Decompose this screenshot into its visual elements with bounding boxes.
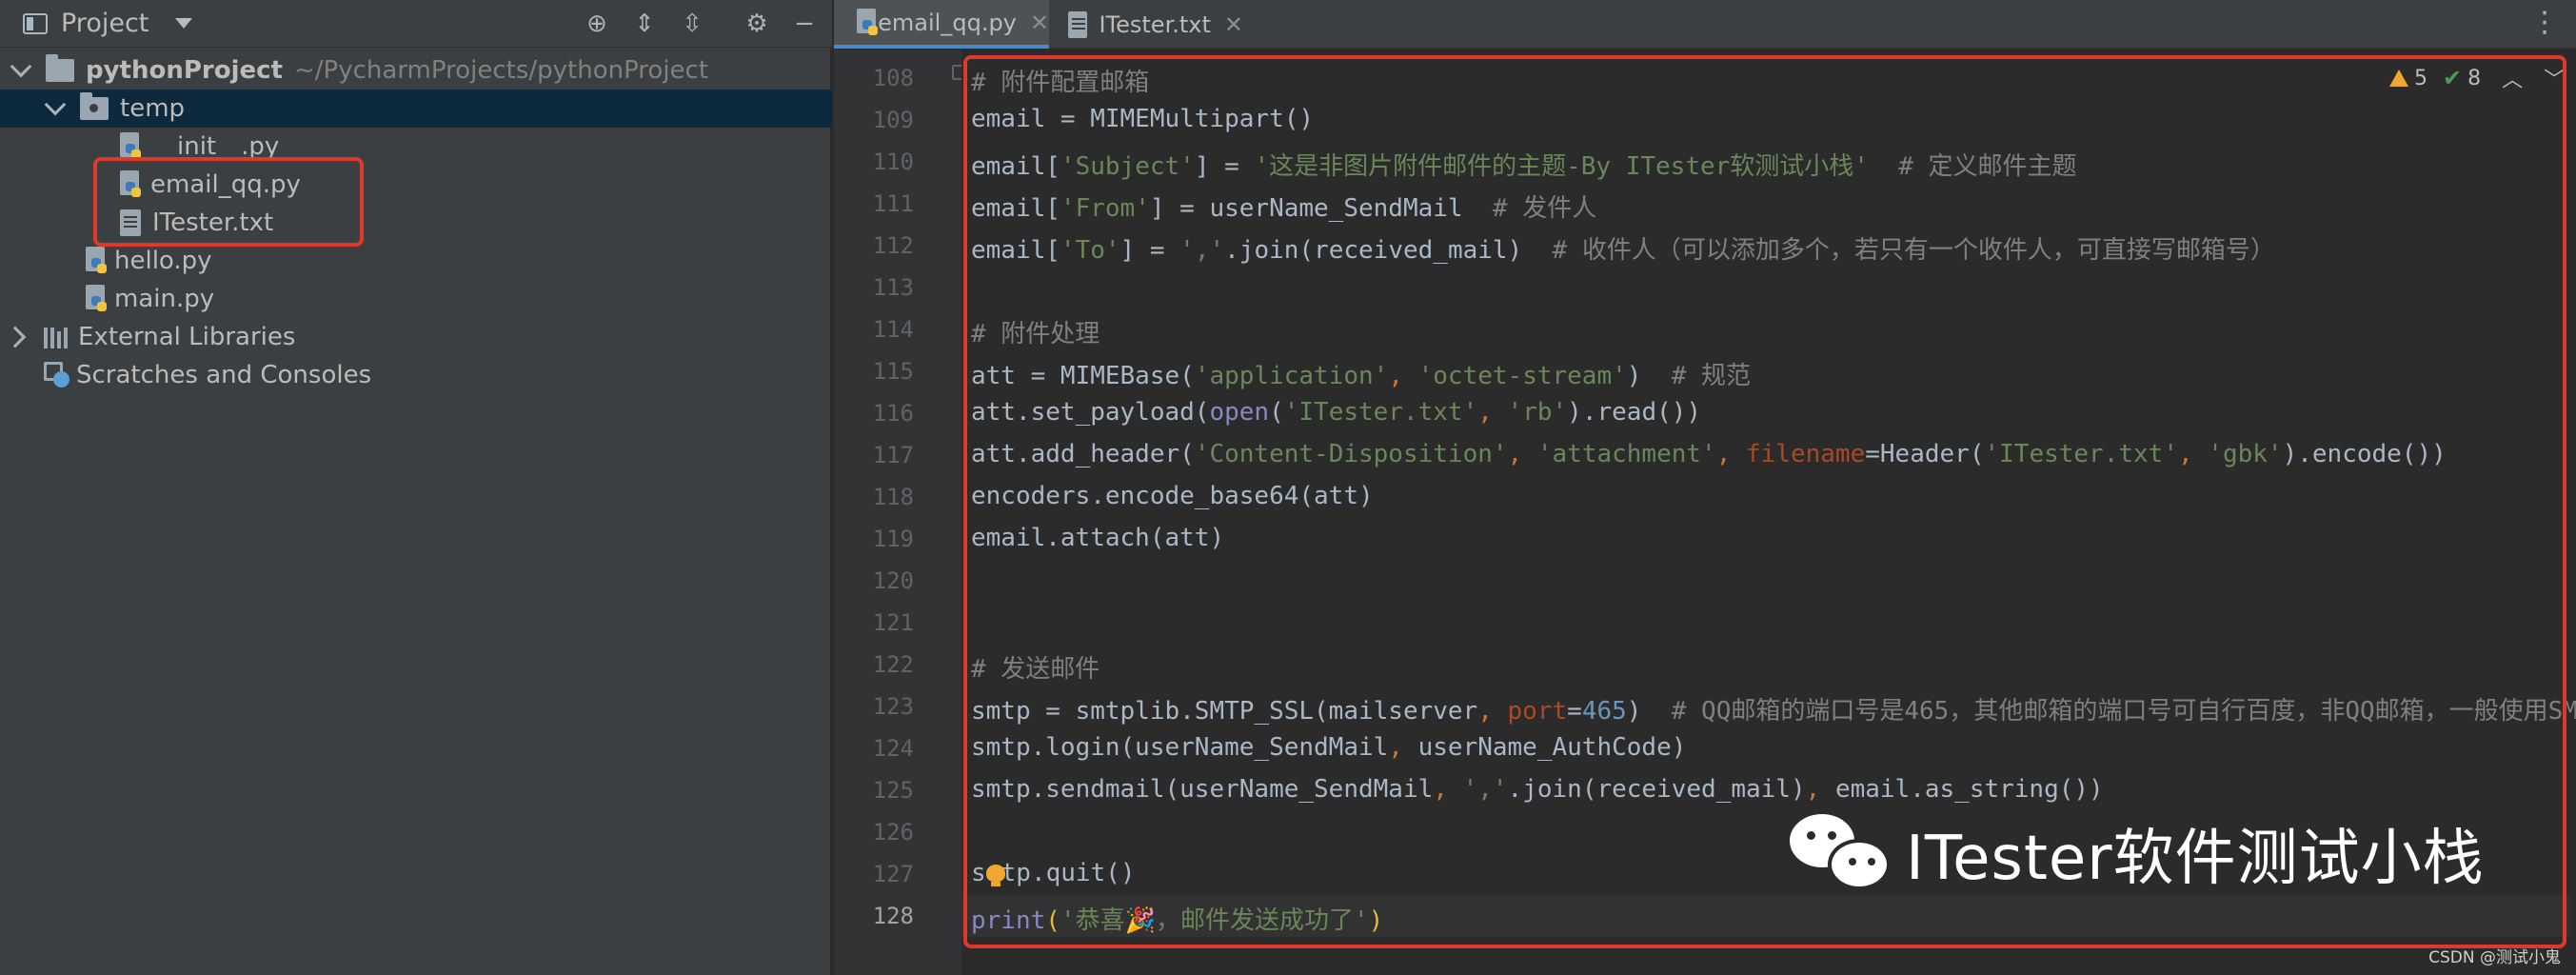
- project-panel-header: Project ⊕ ⇕ ⇳ ⚙ −: [0, 0, 832, 48]
- tree-item-label: temp: [120, 94, 186, 123]
- python-file-icon: [84, 285, 109, 313]
- collapse-all-icon[interactable]: ⇳: [678, 10, 706, 38]
- python-file-icon: [84, 247, 109, 275]
- locate-icon[interactable]: ⊕: [583, 10, 611, 38]
- line-number: 121: [872, 609, 914, 636]
- line-number: 109: [872, 107, 914, 133]
- tab-label: ITester.txt: [1099, 10, 1211, 38]
- line-number: 122: [872, 651, 914, 678]
- line-number: 125: [872, 777, 914, 804]
- close-icon[interactable]: ✕: [1224, 11, 1243, 38]
- tree-item-main[interactable]: main.py: [0, 280, 832, 318]
- chevron-down-icon[interactable]: [44, 93, 67, 116]
- line-number: 118: [872, 484, 914, 510]
- tree-item-scratches[interactable]: Scratches and Consoles: [0, 356, 832, 394]
- text-file-icon: [1068, 10, 1088, 38]
- tree-item-pythonproject[interactable]: pythonProject ~/PycharmProjects/pythonPr…: [0, 51, 832, 90]
- tree-item-hello[interactable]: hello.py: [0, 242, 832, 280]
- chevron-down-icon[interactable]: [175, 18, 193, 29]
- line-number: 110: [872, 149, 914, 175]
- tree-item-external-libraries[interactable]: External Libraries: [0, 318, 832, 356]
- credit-text: CSDN @测试小鬼: [2428, 948, 2561, 967]
- package-folder-icon: [80, 92, 109, 120]
- line-number: 112: [872, 232, 914, 259]
- tab-itester-txt[interactable]: ITester.txt ✕: [1053, 0, 1243, 49]
- more-icon[interactable]: ⋮: [2530, 6, 2559, 39]
- folder-icon: [46, 54, 74, 82]
- line-number: 126: [872, 819, 914, 846]
- project-panel: Project ⊕ ⇕ ⇳ ⚙ − pythonProject ~/Pychar…: [0, 0, 832, 975]
- line-number: 108: [872, 65, 914, 91]
- line-number: 114: [872, 316, 914, 343]
- gear-icon[interactable]: ⚙: [743, 10, 771, 38]
- tree-item-label: hello.py: [114, 247, 212, 275]
- editor-tab-bar: email_qq.py ✕ ITester.txt ✕ ⋮: [834, 0, 2576, 49]
- line-number: 116: [872, 400, 914, 427]
- tree-item-label: External Libraries: [78, 323, 296, 351]
- project-path: ~/PycharmProjects/pythonProject: [294, 56, 709, 85]
- project-panel-title[interactable]: Project: [61, 9, 149, 38]
- tree-item-temp[interactable]: temp: [0, 90, 832, 128]
- line-number: 123: [872, 693, 914, 720]
- tree-item-label: main.py: [114, 285, 215, 313]
- line-number-gutter: 108 109 110 111 112 113 114 115 116 117 …: [834, 50, 961, 975]
- chevron-right-icon[interactable]: [4, 326, 27, 348]
- watermark-text: ITester软件测试小栈: [1906, 824, 2485, 894]
- line-number: 117: [872, 442, 914, 468]
- line-number: 119: [872, 526, 914, 552]
- wechat-logo-icon: [1790, 810, 1896, 896]
- tab-email-qq[interactable]: email_qq.py ✕: [834, 0, 1049, 49]
- hide-icon[interactable]: −: [790, 10, 819, 38]
- line-number: 127: [872, 861, 914, 887]
- tab-label: email_qq.py: [878, 9, 1017, 36]
- tree-item-label: pythonProject: [86, 56, 283, 85]
- chevron-down-icon[interactable]: [10, 55, 32, 78]
- watermark: ITester软件测试小栈: [1790, 809, 2485, 897]
- line-number: 128: [872, 903, 914, 929]
- expand-all-icon[interactable]: ⇕: [630, 10, 659, 38]
- annotation-highlight-box: [93, 157, 364, 247]
- line-number: 111: [872, 190, 914, 217]
- project-view-icon[interactable]: [23, 12, 48, 34]
- python-file-icon: [855, 8, 878, 37]
- line-number: 124: [872, 735, 914, 762]
- line-number: 113: [872, 274, 914, 301]
- line-number: 120: [872, 567, 914, 594]
- line-number: 115: [872, 358, 914, 385]
- scratches-icon: [44, 362, 70, 388]
- close-icon[interactable]: ✕: [1030, 10, 1049, 36]
- tree-item-label: Scratches and Consoles: [76, 361, 372, 389]
- library-icon: [44, 326, 72, 348]
